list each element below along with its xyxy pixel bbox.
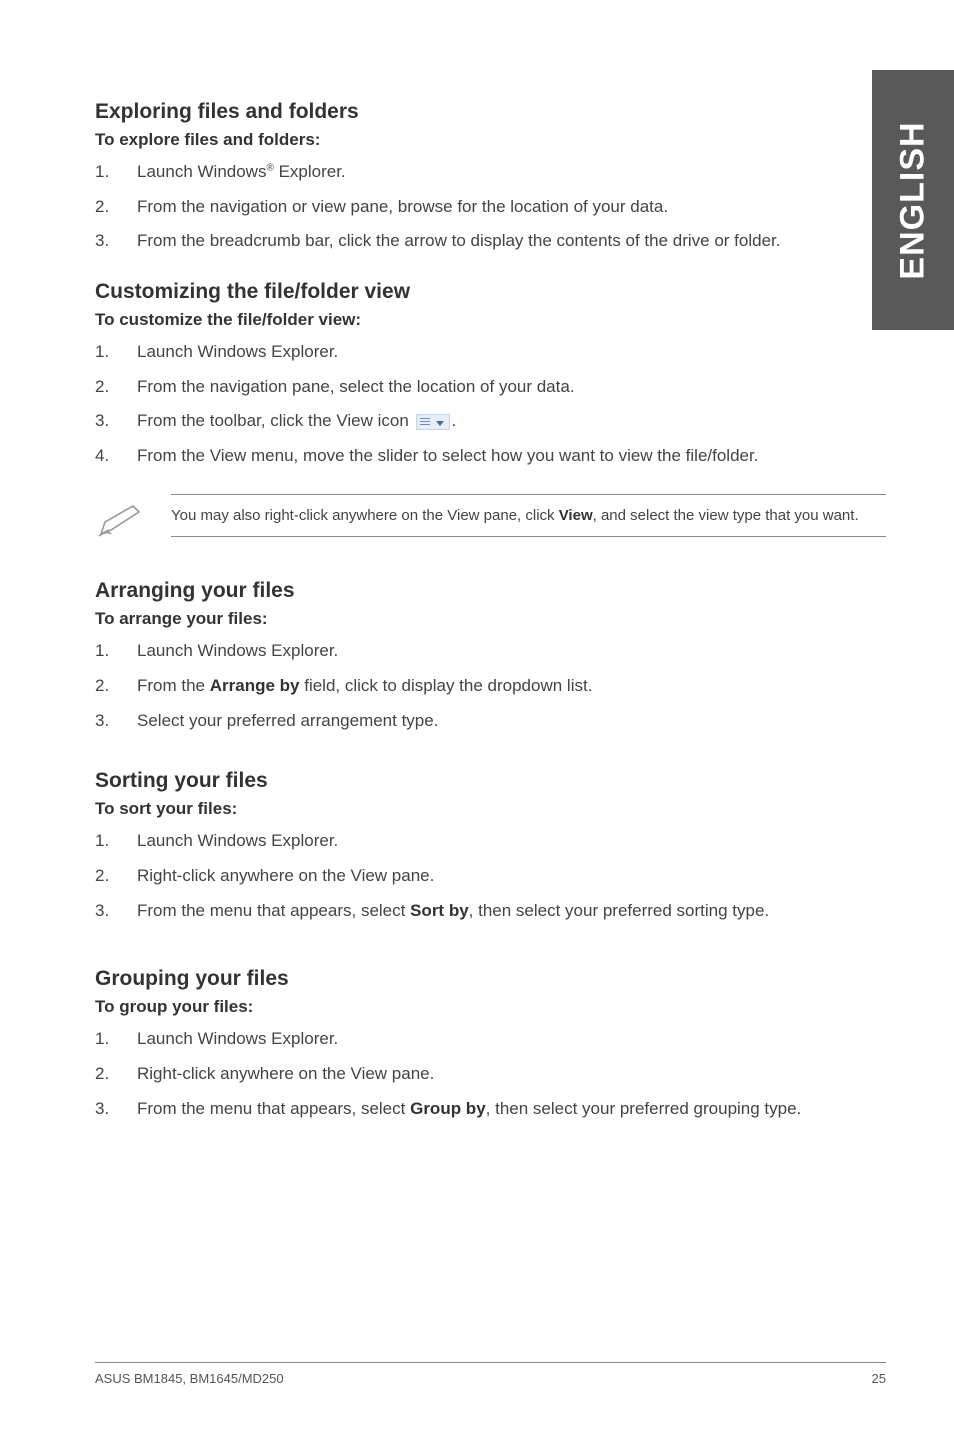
heading-sorting: Sorting your files	[95, 769, 886, 793]
list-item: 1. Launch Windows Explorer.	[95, 639, 886, 664]
list-item: 3. From the menu that appears, select So…	[95, 899, 886, 924]
item-number: 1.	[95, 829, 137, 854]
list-item: 2. From the navigation or view pane, bro…	[95, 195, 886, 220]
item-text: From the navigation or view pane, browse…	[137, 195, 886, 220]
list-customizing: 1. Launch Windows Explorer. 2. From the …	[95, 340, 886, 469]
note-text: You may also right-click anywhere on the…	[171, 494, 886, 537]
item-number: 1.	[95, 160, 137, 185]
list-arranging: 1. Launch Windows Explorer. 2. From the …	[95, 639, 886, 733]
footer-product: ASUS BM1845, BM1645/MD250	[95, 1371, 284, 1386]
item-text: From the breadcrumb bar, click the arrow…	[137, 229, 886, 254]
list-item: 2. Right-click anywhere on the View pane…	[95, 1062, 886, 1087]
item-number: 2.	[95, 195, 137, 220]
item-text: Launch Windows Explorer.	[137, 639, 886, 664]
subheading-customizing: To customize the file/folder view:	[95, 310, 886, 330]
subheading-exploring: To explore files and folders:	[95, 130, 886, 150]
list-item: 4. From the View menu, move the slider t…	[95, 444, 886, 469]
item-number: 1.	[95, 340, 137, 365]
item-text: From the toolbar, click the View icon .	[137, 409, 886, 434]
subheading-sorting: To sort your files:	[95, 799, 886, 819]
item-number: 3.	[95, 409, 137, 434]
item-number: 1.	[95, 1027, 137, 1052]
subheading-grouping: To group your files:	[95, 997, 886, 1017]
item-number: 2.	[95, 674, 137, 699]
item-text: Select your preferred arrangement type.	[137, 709, 886, 734]
list-item: 1. Launch Windows Explorer.	[95, 829, 886, 854]
footer-page-number: 25	[872, 1371, 886, 1386]
note-callout: You may also right-click anywhere on the…	[95, 494, 886, 545]
item-text: Right-click anywhere on the View pane.	[137, 864, 886, 889]
section-sorting: Sorting your files To sort your files: 1…	[95, 769, 886, 923]
list-item: 3. Select your preferred arrangement typ…	[95, 709, 886, 734]
item-text: From the navigation pane, select the loc…	[137, 375, 886, 400]
item-text: From the Arrange by field, click to disp…	[137, 674, 886, 699]
item-number: 3.	[95, 899, 137, 924]
list-item: 3. From the breadcrumb bar, click the ar…	[95, 229, 886, 254]
item-text: Right-click anywhere on the View pane.	[137, 1062, 886, 1087]
list-item: 2. Right-click anywhere on the View pane…	[95, 864, 886, 889]
list-exploring: 1. Launch Windows® Explorer. 2. From the…	[95, 160, 886, 254]
item-number: 2.	[95, 375, 137, 400]
item-text: From the View menu, move the slider to s…	[137, 444, 886, 469]
heading-arranging: Arranging your files	[95, 579, 886, 603]
item-text: Launch Windows Explorer.	[137, 829, 886, 854]
heading-exploring: Exploring files and folders	[95, 100, 886, 124]
item-number: 2.	[95, 1062, 137, 1087]
section-arranging: Arranging your files To arrange your fil…	[95, 579, 886, 733]
page-content: Exploring files and folders To explore f…	[0, 0, 954, 1121]
view-dropdown-icon	[416, 414, 450, 430]
item-number: 3.	[95, 229, 137, 254]
list-item: 3. From the menu that appears, select Gr…	[95, 1097, 886, 1122]
item-text: Launch Windows® Explorer.	[137, 160, 886, 185]
list-item: 2. From the Arrange by field, click to d…	[95, 674, 886, 699]
side-language-tab: ENGLISH	[872, 70, 954, 330]
list-item: 3. From the toolbar, click the View icon…	[95, 409, 886, 434]
item-number: 4.	[95, 444, 137, 469]
side-language-label: ENGLISH	[894, 121, 933, 279]
item-number: 1.	[95, 639, 137, 664]
page-footer: ASUS BM1845, BM1645/MD250 25	[95, 1362, 886, 1386]
item-number: 3.	[95, 1097, 137, 1122]
list-sorting: 1. Launch Windows Explorer. 2. Right-cli…	[95, 829, 886, 923]
item-text: Launch Windows Explorer.	[137, 1027, 886, 1052]
list-item: 2. From the navigation pane, select the …	[95, 375, 886, 400]
item-text: From the menu that appears, select Group…	[137, 1097, 886, 1122]
list-item: 1. Launch Windows® Explorer.	[95, 160, 886, 185]
list-item: 1. Launch Windows Explorer.	[95, 1027, 886, 1052]
heading-grouping: Grouping your files	[95, 967, 886, 991]
section-exploring: Exploring files and folders To explore f…	[95, 100, 886, 254]
list-item: 1. Launch Windows Explorer.	[95, 340, 886, 365]
subheading-arranging: To arrange your files:	[95, 609, 886, 629]
list-grouping: 1. Launch Windows Explorer. 2. Right-cli…	[95, 1027, 886, 1121]
pencil-icon	[95, 494, 145, 545]
item-number: 3.	[95, 709, 137, 734]
section-customizing: Customizing the file/folder view To cust…	[95, 280, 886, 469]
item-text: Launch Windows Explorer.	[137, 340, 886, 365]
item-text: From the menu that appears, select Sort …	[137, 899, 886, 924]
heading-customizing: Customizing the file/folder view	[95, 280, 886, 304]
item-number: 2.	[95, 864, 137, 889]
section-grouping: Grouping your files To group your files:…	[95, 967, 886, 1121]
